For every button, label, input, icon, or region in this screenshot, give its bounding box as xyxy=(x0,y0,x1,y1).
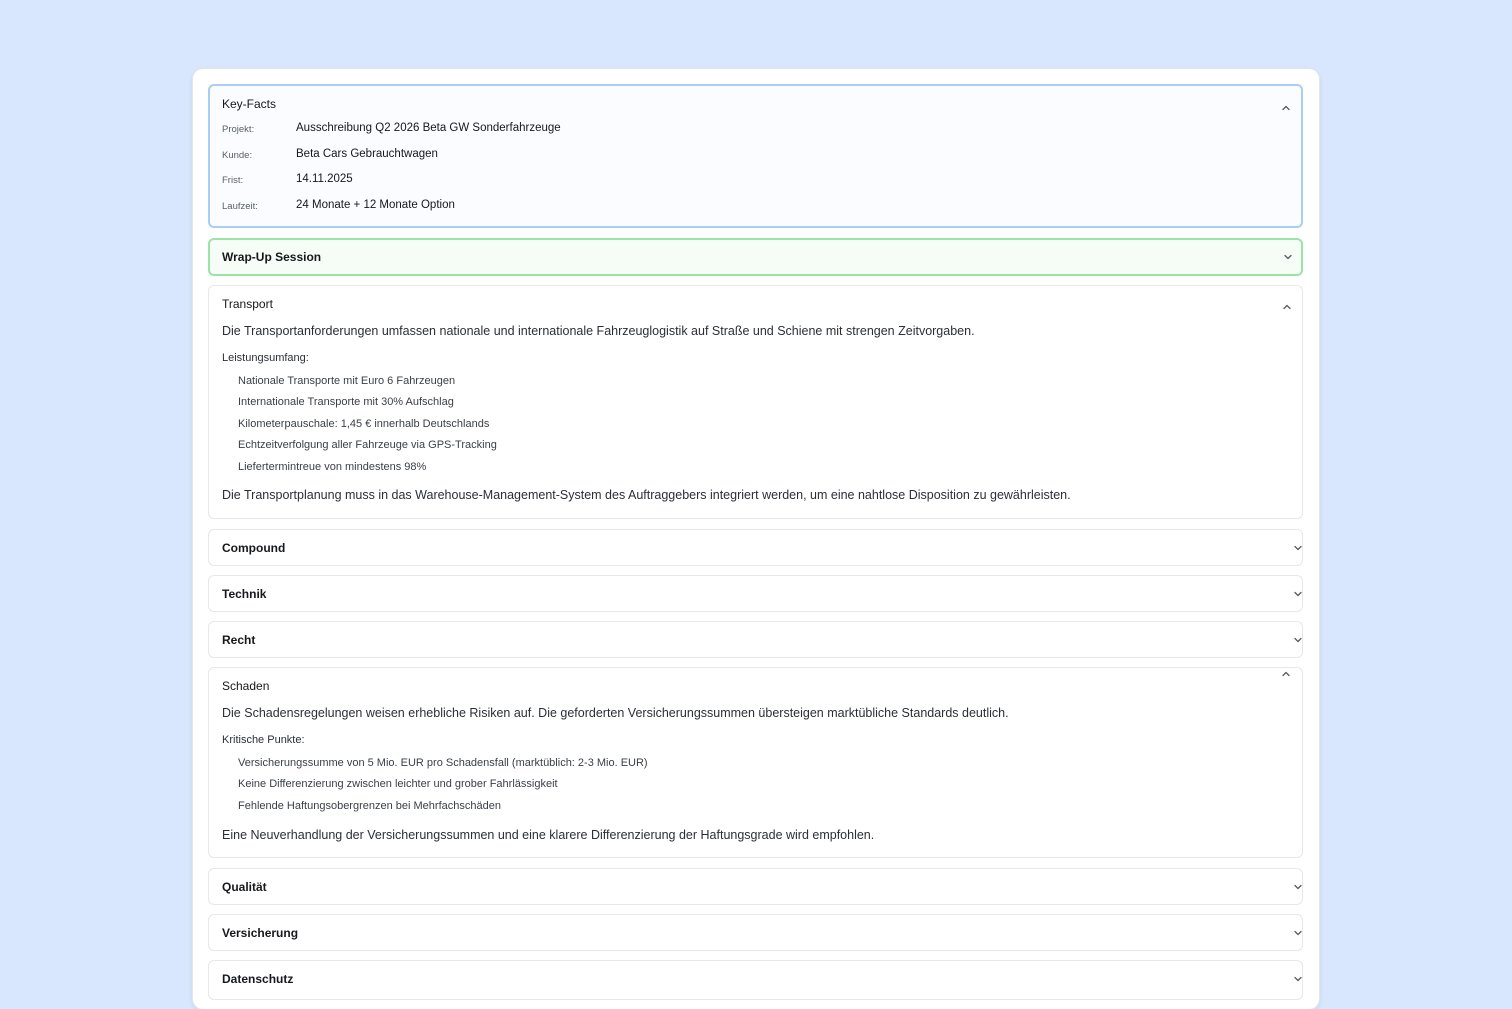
chevron-up-icon[interactable] xyxy=(1280,668,1292,680)
key-fact-value: Beta Cars Gebrauchtwagen xyxy=(296,148,438,160)
transport-intro: Die Transportanforderungen umfassen nati… xyxy=(222,324,975,338)
list-item: Liefertermintreue von mindestens 98% xyxy=(238,461,427,473)
chevron-down-icon[interactable] xyxy=(1292,634,1304,646)
section-schaden[interactable]: Schaden Die Schadensregelungen weisen er… xyxy=(208,667,1303,858)
list-item: Kilometerpauschale: 1,45 € innerhalb Deu… xyxy=(238,418,490,430)
key-fact-label: Frist: xyxy=(222,175,244,186)
qualitaet-title: Qualität xyxy=(222,880,267,894)
chevron-down-icon[interactable] xyxy=(1292,973,1304,985)
section-datenschutz[interactable]: Datenschutz xyxy=(208,960,1303,1000)
section-key-facts[interactable]: Key-Facts Projekt: Ausschreibung Q2 2026… xyxy=(208,84,1303,228)
schaden-list-label: Kritische Punkte: xyxy=(222,734,305,746)
wrap-up-title: Wrap-Up Session xyxy=(222,250,322,264)
schaden-outro: Eine Neuverhandlung der Versicherungssum… xyxy=(222,828,875,842)
compound-title: Compound xyxy=(222,541,286,555)
section-transport[interactable]: Transport Die Transportanforderungen umf… xyxy=(208,285,1303,519)
section-qualitaet[interactable]: Qualität xyxy=(208,868,1303,905)
recht-title: Recht xyxy=(222,633,256,647)
chevron-up-icon[interactable] xyxy=(1281,301,1293,313)
list-item: Keine Differenzierung zwischen leichter … xyxy=(238,778,558,790)
section-compound[interactable]: Compound xyxy=(208,529,1303,566)
section-versicherung[interactable]: Versicherung xyxy=(208,914,1303,951)
report-card: Key-Facts Projekt: Ausschreibung Q2 2026… xyxy=(193,69,1319,1009)
chevron-down-icon[interactable] xyxy=(1282,251,1294,263)
list-item: Internationale Transporte mit 30% Aufsch… xyxy=(238,396,454,408)
list-item: Echtzeitverfolgung aller Fahrzeuge via G… xyxy=(238,439,497,451)
chevron-down-icon[interactable] xyxy=(1292,542,1304,554)
key-fact-label: Projekt: xyxy=(222,124,255,135)
transport-list-label: Leistungsumfang: xyxy=(222,352,309,364)
key-fact-label: Kunde: xyxy=(222,150,253,161)
chevron-down-icon[interactable] xyxy=(1292,881,1304,893)
chevron-down-icon[interactable] xyxy=(1292,927,1304,939)
datenschutz-title: Datenschutz xyxy=(222,972,294,986)
list-item: Versicherungssumme von 5 Mio. EUR pro Sc… xyxy=(238,757,648,769)
key-facts-title: Key-Facts xyxy=(222,97,277,111)
transport-outro: Die Transportplanung muss in das Warehou… xyxy=(222,488,1071,502)
chevron-up-icon[interactable] xyxy=(1280,102,1292,114)
schaden-title: Schaden xyxy=(222,679,270,693)
section-technik[interactable]: Technik xyxy=(208,575,1303,612)
technik-title: Technik xyxy=(222,587,267,601)
list-item: Fehlende Haftungsobergrenzen bei Mehrfac… xyxy=(238,800,501,812)
versicherung-title: Versicherung xyxy=(222,926,299,940)
key-fact-value: Ausschreibung Q2 2026 Beta GW Sonderfahr… xyxy=(296,122,561,134)
schaden-intro: Die Schadensregelungen weisen erhebliche… xyxy=(222,706,1009,720)
section-wrap-up-session[interactable]: Wrap-Up Session xyxy=(208,238,1303,276)
chevron-down-icon[interactable] xyxy=(1292,588,1304,600)
section-recht[interactable]: Recht xyxy=(208,621,1303,658)
list-item: Nationale Transporte mit Euro 6 Fahrzeug… xyxy=(238,375,456,387)
transport-title: Transport xyxy=(222,297,273,311)
key-fact-label: Laufzeit: xyxy=(222,201,258,212)
key-fact-value: 24 Monate + 12 Monate Option xyxy=(296,199,455,211)
key-fact-value: 14.11.2025 xyxy=(296,173,353,185)
